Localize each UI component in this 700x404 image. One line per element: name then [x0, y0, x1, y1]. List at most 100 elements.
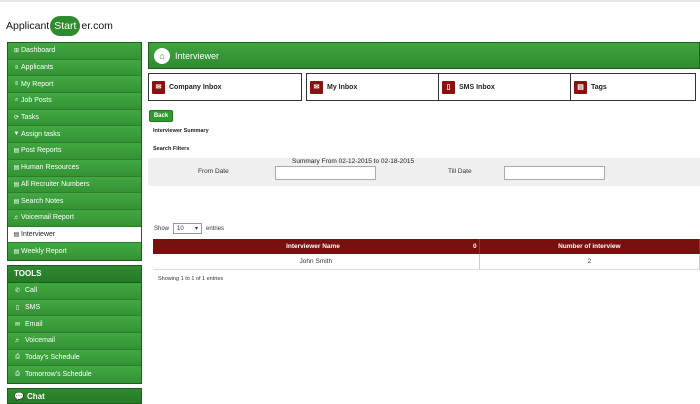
card-label: Company Inbox: [169, 83, 222, 91]
post-reports-icon: ▤: [13, 148, 20, 155]
sidebar-item-dashboard[interactable]: ⊞ Dashboard: [8, 43, 141, 60]
search-filters-title: Search Filters: [153, 146, 190, 152]
chevron-down-icon: ▾: [195, 226, 199, 232]
main-content: ⌂ Interviewer ✉ Company Inbox ✉ My Inbox ▯ SM…: [148, 42, 700, 186]
todays-schedule-icon: ⎙: [15, 354, 20, 361]
tools-item-todays-schedule[interactable]: ⎙ Today's Schedule: [8, 349, 141, 367]
tools-item-label: Today's Schedule: [25, 354, 80, 362]
entries-select[interactable]: 10 ▾: [173, 223, 203, 234]
my-report-icon: ≡: [14, 81, 19, 88]
summary-range: Summary From 02-12-2015 to 02-18-2015: [292, 158, 415, 165]
tools-title: TOOLS: [8, 265, 141, 283]
tools-item-call[interactable]: ✆ Call: [8, 282, 141, 300]
logo-suffix: er.com: [81, 20, 113, 32]
home-icon[interactable]: ⌂: [154, 47, 170, 64]
top-border: [0, 0, 700, 2]
tools-item-label: Voicemail: [25, 337, 55, 345]
search-notes-icon: ▤: [13, 198, 20, 205]
page-title: Interviewer: [175, 50, 220, 61]
tools-panel: TOOLS ✆ Call ▯ SMS ✉ Email ♬ Voicemail ⎙ Today's …: [7, 264, 142, 385]
tags-icon: ▤: [574, 80, 587, 94]
chat-label: Chat: [26, 391, 45, 401]
tools-item-sms[interactable]: ▯ SMS: [8, 299, 141, 317]
sidebar-item-all-recruiter-numbers[interactable]: ▤ All Recruiter Numbers: [8, 176, 141, 194]
entries-value: 10: [177, 225, 184, 232]
human-resources-icon: ▤: [13, 165, 20, 172]
sidebar-item-applicants[interactable]: ≡ Applicants: [8, 59, 141, 77]
logo-badge: Start: [50, 16, 81, 36]
interviewer-table: Interviewer Name 0 Number of interview J…: [153, 239, 700, 270]
voicemail-icon: ♬: [14, 337, 21, 344]
voicemail-report-icon: ♬: [13, 214, 20, 221]
sidebar-item-tasks[interactable]: ⟳ Tasks: [8, 109, 141, 127]
entries-label: entries: [206, 225, 225, 232]
tomorrows-schedule-icon: ⎙: [15, 371, 20, 378]
page-header: ⌂ Interviewer: [148, 42, 700, 69]
back-button[interactable]: Back: [149, 110, 173, 122]
tools-item-label: Email: [25, 320, 43, 328]
assign-tasks-icon: ▼: [13, 131, 20, 138]
sidebar-item-label: Voicemail Report: [21, 214, 74, 222]
table-header-row: Interviewer Name 0 Number of interview: [153, 239, 700, 254]
showing-info: Showing 1 to 1 of 1 entries: [158, 276, 224, 282]
from-date-label: From Date: [198, 168, 229, 175]
cell-number-of-interview: 2: [479, 254, 700, 270]
card-label: Tags: [591, 83, 607, 91]
sidebar-item-label: Applicants: [21, 64, 54, 72]
sidebar-item-label: Dashboard: [21, 47, 56, 55]
sidebar: ⊞ Dashboard ≡ Applicants ≡ My Report ⌕ Job Post…: [7, 42, 142, 404]
card-label: SMS Inbox: [459, 83, 495, 91]
all-recruiter-numbers-icon: ▤: [13, 181, 20, 188]
cell-interviewer-name: John Smith: [153, 254, 480, 270]
sidebar-item-label: Tasks: [21, 114, 39, 122]
inbox-cards: ✉ Company Inbox ✉ My Inbox ▯ SMS Inbox ▤ Tags: [148, 73, 700, 101]
sidebar-item-assign-tasks[interactable]: ▼ Assign tasks: [8, 126, 141, 144]
col-interviewer-name[interactable]: Interviewer Name: [153, 239, 473, 254]
sidebar-item-label: Search Notes: [21, 197, 64, 205]
sidebar-item-weekly-report[interactable]: ▤ Weekly Report: [8, 243, 141, 260]
sms-inbox-icon: ▯: [442, 80, 455, 94]
logo-prefix: Applicant: [6, 20, 50, 32]
sidebar-item-search-notes[interactable]: ▤ Search Notes: [8, 193, 141, 210]
col-number-of-interview[interactable]: Number of interview: [479, 239, 700, 254]
card-tags[interactable]: ▤ Tags: [570, 73, 696, 101]
sidebar-item-label: My Report: [21, 80, 54, 88]
weekly-report-icon: ▤: [13, 249, 20, 256]
chat-icon: 💬: [14, 391, 24, 401]
job-posts-icon: ⌕: [14, 97, 19, 104]
my-inbox-icon: ✉: [310, 80, 323, 94]
tools-item-tomorrows-schedule[interactable]: ⎙ Tomorrow's Schedule: [8, 366, 141, 384]
interviewer-icon: ▤: [13, 231, 20, 238]
email-icon: ✉: [14, 321, 21, 328]
tools-item-label: Tomorrow's Schedule: [25, 371, 92, 379]
sidebar-item-label: All Recruiter Numbers: [21, 180, 90, 188]
company-inbox-icon: ✉: [152, 80, 165, 94]
from-date-input[interactable]: [275, 166, 376, 180]
show-label: Show: [154, 225, 170, 232]
card-label: My Inbox: [327, 83, 358, 91]
card-sms-inbox[interactable]: ▯ SMS Inbox: [438, 73, 592, 101]
sidebar-item-label: Assign tasks: [21, 130, 61, 138]
dashboard-icon: ⊞: [13, 48, 20, 55]
sidebar-item-interviewer[interactable]: ▤ Interviewer: [8, 226, 141, 244]
tools-item-email[interactable]: ✉ Email: [8, 316, 141, 333]
applicants-icon: ≡: [14, 64, 19, 71]
table-row: John Smith 2: [153, 254, 700, 270]
till-date-label: Till Date: [448, 168, 472, 175]
tools-item-label: Call: [25, 287, 38, 295]
card-my-inbox[interactable]: ✉ My Inbox: [306, 73, 460, 101]
tools-item-voicemail[interactable]: ♬ Voicemail: [8, 333, 141, 350]
card-company-inbox[interactable]: ✉ Company Inbox: [148, 73, 302, 101]
sidebar-item-my-report[interactable]: ≡ My Report: [8, 76, 141, 94]
tools-menu: ✆ Call ▯ SMS ✉ Email ♬ Voicemail ⎙ Today's Schedu…: [8, 282, 141, 384]
tools-item-label: SMS: [25, 303, 41, 311]
till-date-input[interactable]: [504, 166, 605, 180]
summary-title: Interviewer Summary: [153, 128, 209, 134]
sidebar-item-voicemail-report[interactable]: ♬ Voicemail Report: [8, 209, 141, 227]
sidebar-item-job-posts[interactable]: ⌕ Job Posts: [8, 93, 141, 110]
sms-icon: ▯: [15, 304, 20, 311]
sidebar-menu: ⊞ Dashboard ≡ Applicants ≡ My Report ⌕ Job Post…: [7, 42, 142, 261]
entries-control: Show 10 ▾ entries: [154, 223, 224, 234]
chat-panel[interactable]: 💬 Chat: [7, 388, 142, 404]
logo[interactable]: Applicant Start er.com: [6, 15, 113, 37]
